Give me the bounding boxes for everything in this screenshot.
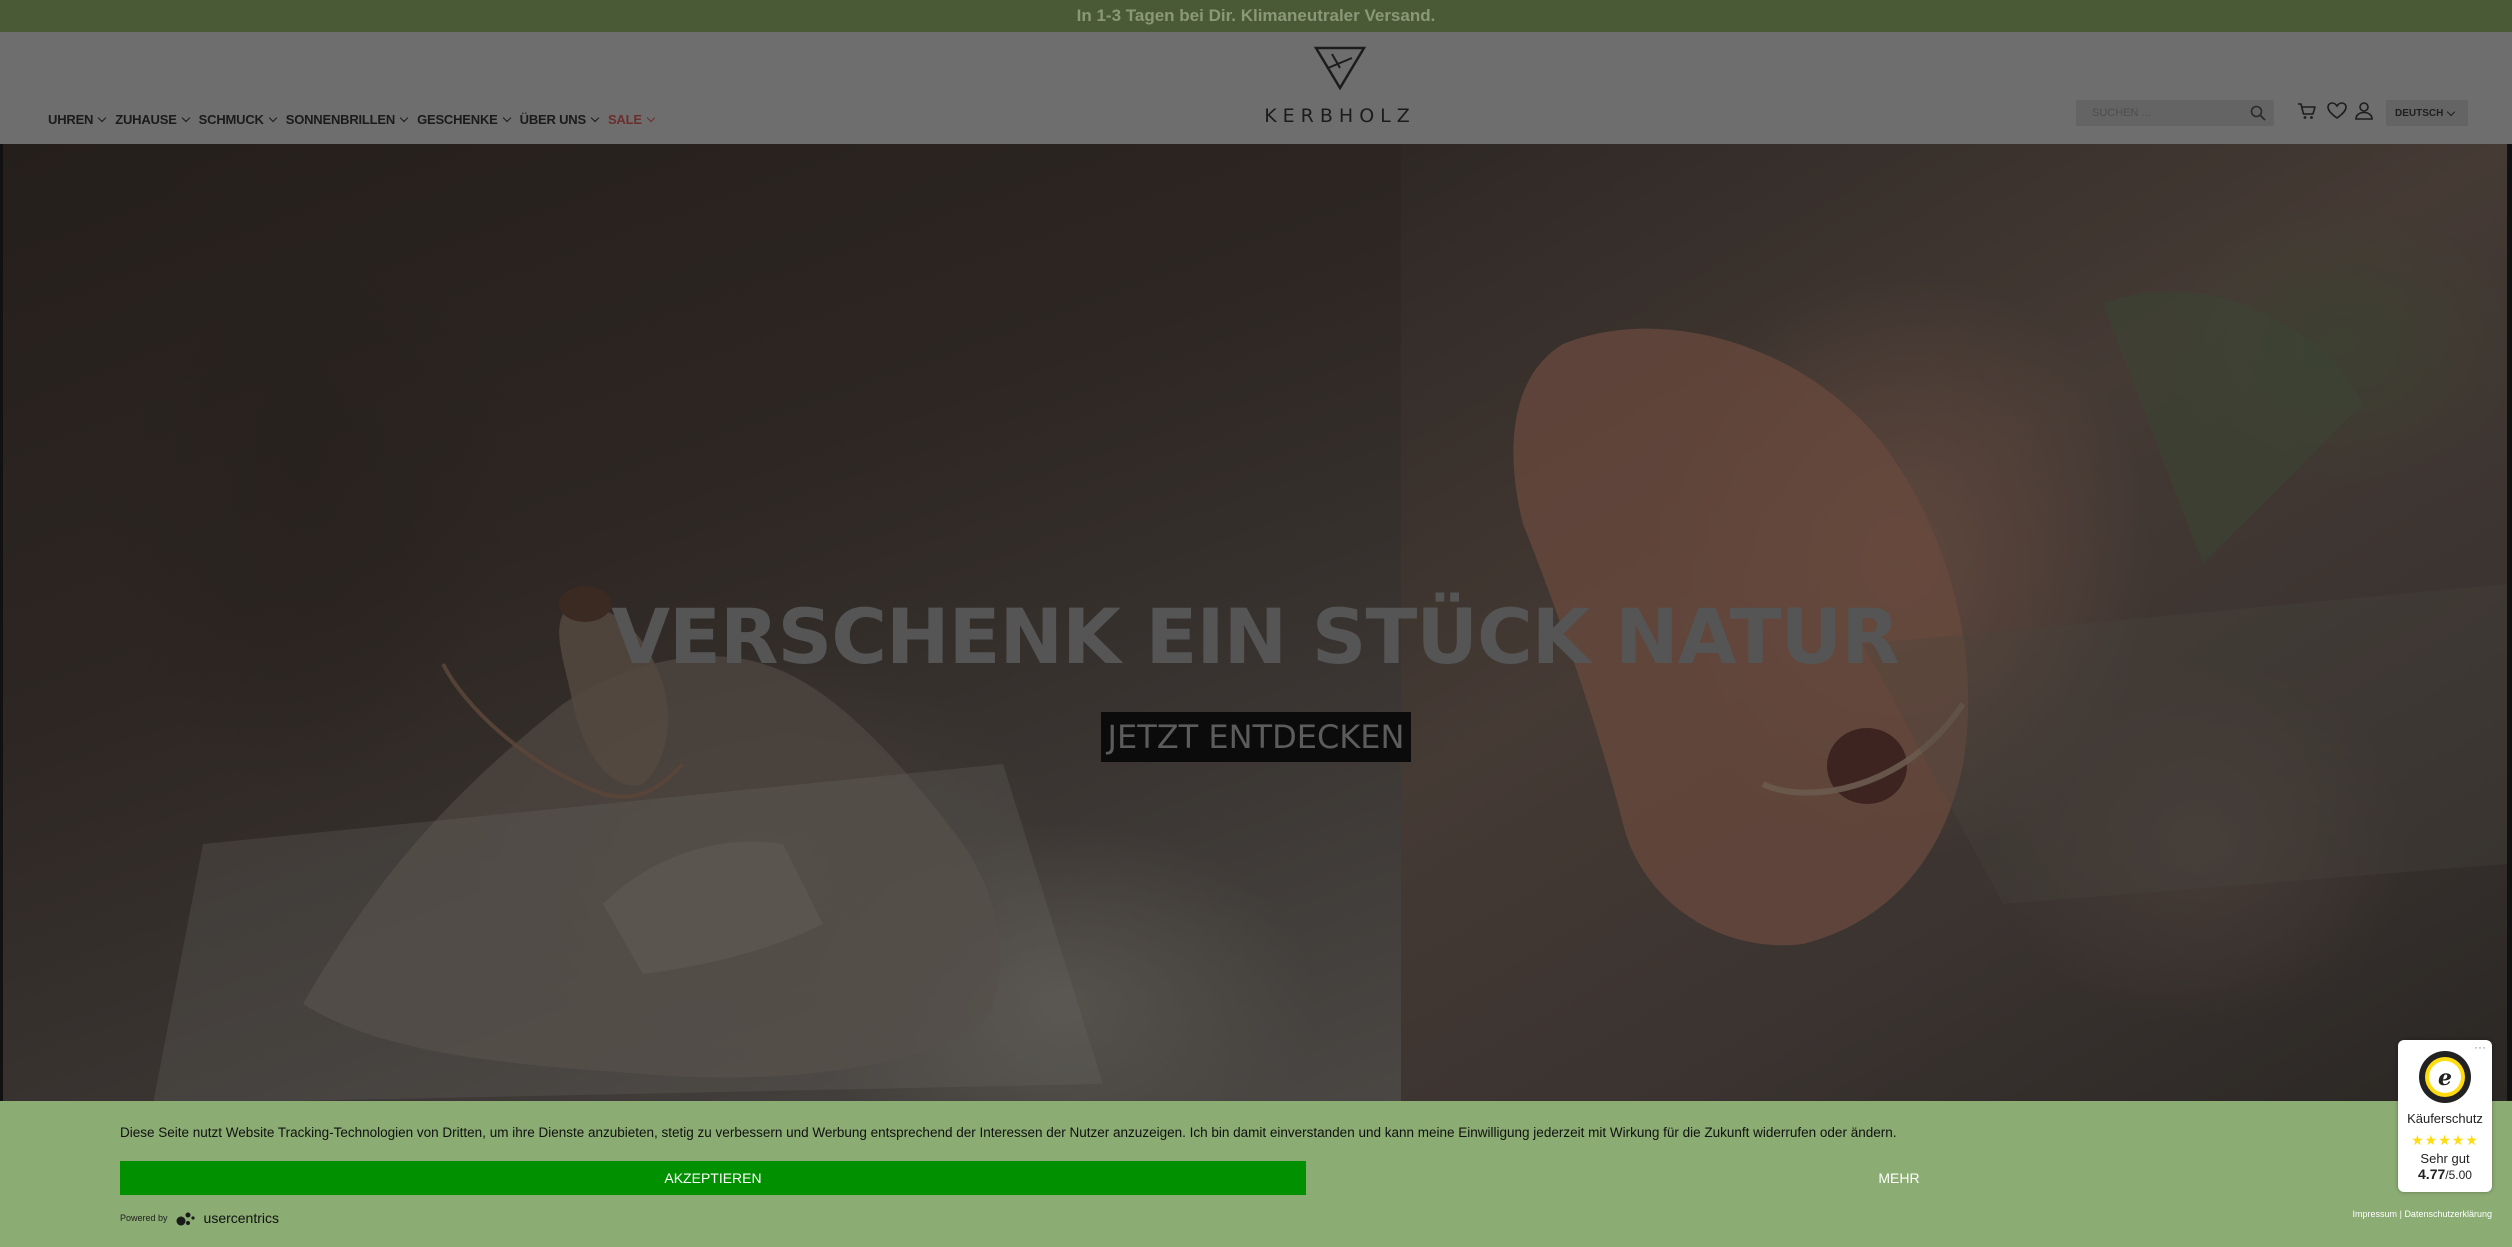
nav-label: GESCHENKE <box>417 112 498 127</box>
rating-score: 4.77/5.00 <box>2398 1166 2492 1182</box>
powered-by-label: Powered by <box>120 1213 168 1223</box>
search-input[interactable] <box>2076 100 2246 126</box>
nav-label: ZUHAUSE <box>115 112 177 127</box>
chevron-down-icon <box>2447 107 2456 116</box>
main-nav: UHREN ZUHAUSE SCHMUCK SONNENBRILLEN GESC… <box>48 112 656 127</box>
chevron-down-icon <box>646 113 656 123</box>
privacy-link[interactable]: Datenschutzerklärung <box>2404 1209 2492 1219</box>
nav-label: SONNENBRILLEN <box>285 112 396 127</box>
svg-text:e: e <box>2438 1065 2452 1091</box>
wishlist-heart-icon[interactable] <box>2326 100 2348 122</box>
hero-title: VERSCHENK EIN STÜCK NATUR <box>611 592 1900 681</box>
cookie-banner: Diese Seite nutzt Website Tracking-Techn… <box>0 1101 2512 1247</box>
score-value: 4.77 <box>2418 1166 2446 1182</box>
cookie-links: Impressum | Datenschutzerklärung <box>2353 1209 2492 1219</box>
trusted-shops-seal-icon: e <box>2419 1051 2471 1103</box>
rating-stars-icon: ★★★★★ <box>2411 1132 2479 1148</box>
nav-item-sonnenbrillen[interactable]: SONNENBRILLEN <box>285 112 409 127</box>
nav-item-ueber-uns[interactable]: ÜBER UNS <box>519 112 600 127</box>
promo-text: In 1-3 Tagen bei Dir. Klimaneutraler Ver… <box>1076 6 1436 25</box>
logo-text: KERBHOLZ <box>1264 105 1416 127</box>
usercentrics-brand: usercentrics <box>203 1210 279 1226</box>
link-separator: | <box>2399 1209 2402 1219</box>
powered-by: Powered by usercentrics <box>120 1209 279 1227</box>
rating-text: Sehr gut <box>2420 1151 2470 1166</box>
impressum-link[interactable]: Impressum <box>2353 1209 2398 1219</box>
trusted-shops-badge[interactable]: ··· e Käuferschutz ★★★★★ Sehr gut 4.77/5… <box>2398 1040 2492 1192</box>
cookie-consent-text: Diese Seite nutzt Website Tracking-Techn… <box>120 1125 1897 1140</box>
nav-item-schmuck[interactable]: SCHMUCK <box>198 112 277 127</box>
account-user-icon[interactable] <box>2353 100 2375 122</box>
site-header: UHREN ZUHAUSE SCHMUCK SONNENBRILLEN GESC… <box>0 32 2512 144</box>
logo-triangle-icon <box>1313 46 1367 91</box>
trusted-shops-label: Käuferschutz <box>2407 1111 2483 1126</box>
nav-item-sale[interactable]: SALE <box>607 112 656 127</box>
search-icon[interactable] <box>2250 105 2266 121</box>
more-options-icon[interactable]: ··· <box>2474 1040 2486 1054</box>
chevron-down-icon <box>97 113 107 123</box>
language-select[interactable]: DEUTSCH <box>2386 100 2468 126</box>
jetzt-entdecken-button[interactable]: JETZT ENTDECKEN <box>1101 712 1411 762</box>
nav-item-uhren[interactable]: UHREN <box>48 112 107 127</box>
hero-banner[interactable]: VERSCHENK EIN STÜCK NATUR JETZT ENTDECKE… <box>3 144 2507 1104</box>
search-box <box>2076 100 2274 126</box>
nav-item-zuhause[interactable]: ZUHAUSE <box>115 112 190 127</box>
nav-label: UHREN <box>48 112 94 127</box>
chevron-down-icon <box>502 113 511 123</box>
chevron-down-icon <box>181 113 190 123</box>
nav-label: ÜBER UNS <box>519 112 586 127</box>
nav-item-geschenke[interactable]: GESCHENKE <box>417 112 511 127</box>
usercentrics-logo-icon <box>176 1212 195 1226</box>
chevron-down-icon <box>268 113 277 123</box>
nav-label: SALE <box>607 112 642 127</box>
chevron-down-icon <box>590 113 600 123</box>
chevron-down-icon <box>399 113 409 123</box>
accept-cookies-button[interactable]: AKZEPTIEREN <box>120 1161 1306 1195</box>
promo-bar: In 1-3 Tagen bei Dir. Klimaneutraler Ver… <box>0 0 2512 32</box>
more-cookies-button[interactable]: MEHR <box>1306 1161 2492 1195</box>
language-label: DEUTSCH <box>2395 107 2444 119</box>
cart-icon[interactable] <box>2296 100 2318 122</box>
logo[interactable]: KERBHOLZ <box>1262 44 1418 127</box>
score-max: /5.00 <box>2445 1168 2472 1182</box>
nav-label: SCHMUCK <box>198 112 264 127</box>
